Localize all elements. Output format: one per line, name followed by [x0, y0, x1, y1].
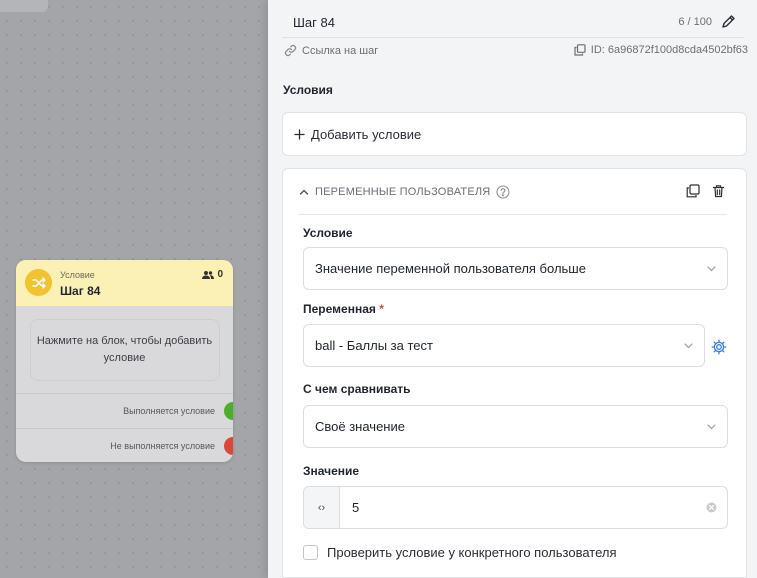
- specific-user-checkbox-label: Проверить условие у конкретного пользова…: [327, 545, 617, 560]
- step-name-row[interactable]: Шаг 84 6 / 100: [282, 8, 744, 38]
- output-true-label: Выполняется условие: [123, 406, 215, 416]
- chevron-down-icon: [707, 424, 716, 430]
- card-title: ПЕРЕМЕННЫЕ ПОЛЬЗОВАТЕЛЯ: [315, 186, 491, 198]
- users-icon: [202, 270, 215, 279]
- output-false-label: Не выполняется условие: [110, 441, 215, 451]
- compare-field-label: С чем сравнивать: [303, 382, 411, 396]
- help-icon[interactable]: [496, 185, 510, 199]
- output-true: Выполняется условие: [16, 393, 233, 428]
- variable-label-text: Переменная: [303, 302, 376, 316]
- condition-field-label: Условие: [303, 226, 353, 240]
- copy-icon: [574, 44, 586, 56]
- variable-select[interactable]: ball - Баллы за тест: [303, 324, 705, 367]
- node-title: Шаг 84: [60, 284, 101, 298]
- required-mark: *: [379, 302, 384, 316]
- condition-select[interactable]: Значение переменной пользователя больше: [303, 247, 728, 290]
- trash-icon[interactable]: [712, 184, 725, 198]
- chevron-down-icon: [684, 343, 693, 349]
- variable-select-value: ball - Баллы за тест: [315, 338, 433, 353]
- copy-icon[interactable]: [686, 184, 700, 198]
- gear-icon[interactable]: [711, 339, 727, 360]
- node-hint[interactable]: Нажмите на блок, чтобы добавить условие: [29, 318, 220, 381]
- clear-icon[interactable]: [706, 502, 717, 513]
- node-users-count: 0: [202, 269, 223, 280]
- output-false-port[interactable]: [224, 437, 233, 455]
- step-name[interactable]: Шаг 84: [293, 15, 335, 30]
- value-field-label: Значение: [303, 464, 360, 478]
- add-condition-label: Добавить условие: [311, 126, 422, 142]
- settings-panel: Шаг 84 6 / 100 Ссылка на шаг ID: 6a96872…: [268, 0, 757, 578]
- compare-select[interactable]: Своё значение: [303, 405, 728, 448]
- condition-select-value: Значение переменной пользователя больше: [315, 261, 586, 276]
- specific-user-checkbox-row[interactable]: Проверить условие у конкретного пользова…: [303, 545, 617, 560]
- char-counter: 6 / 100: [678, 16, 712, 28]
- step-link-label: Ссылка на шаг: [302, 44, 379, 57]
- condition-card-header: ПЕРЕМЕННЫЕ ПОЛЬЗОВАТЕЛЯ: [299, 183, 727, 215]
- chevron-up-icon: [299, 189, 309, 195]
- output-true-port[interactable]: [224, 402, 233, 420]
- chevron-down-icon: [707, 266, 716, 272]
- node-type-label: Условие: [60, 270, 95, 280]
- condition-card: ПЕРЕМЕННЫЕ ПОЛЬЗОВАТЕЛЯ Условие Значение…: [282, 168, 747, 578]
- step-id-text: ID: 6a96872f100d8cda4502bf63: [590, 44, 748, 56]
- canvas-corner-tab: [0, 0, 48, 12]
- shuffle-icon: [25, 269, 52, 296]
- value-input-text[interactable]: 5: [352, 500, 359, 515]
- meta-row: Ссылка на шаг ID: 6a96872f100d8cda4502bf…: [282, 42, 748, 62]
- specific-user-checkbox[interactable]: [303, 545, 318, 560]
- code-toggle-button[interactable]: ‹›: [304, 487, 340, 528]
- link-icon: [284, 44, 297, 57]
- node-body[interactable]: Нажмите на блок, чтобы добавить условие: [16, 306, 233, 393]
- pencil-icon[interactable]: [721, 14, 736, 34]
- conditions-title: Условия: [283, 83, 333, 97]
- flow-canvas[interactable]: Условие Шаг 84 0 Нажмите на блок, чтобы …: [0, 0, 268, 578]
- plus-icon: [294, 128, 305, 140]
- card-actions: [686, 184, 725, 198]
- value-input[interactable]: ‹› 5: [303, 486, 728, 529]
- add-condition-button[interactable]: Добавить условие: [282, 112, 747, 156]
- condition-node[interactable]: Условие Шаг 84 0 Нажмите на блок, чтобы …: [16, 260, 233, 462]
- compare-select-value: Своё значение: [315, 419, 405, 434]
- card-collapse-toggle[interactable]: ПЕРЕМЕННЫЕ ПОЛЬЗОВАТЕЛЯ: [299, 185, 510, 199]
- step-link[interactable]: Ссылка на шаг: [284, 44, 378, 57]
- output-false: Не выполняется условие: [16, 428, 233, 462]
- step-id[interactable]: ID: 6a96872f100d8cda4502bf63: [574, 44, 748, 56]
- variable-field-label: Переменная *: [303, 302, 384, 316]
- users-count: 0: [217, 269, 223, 280]
- node-header[interactable]: Условие Шаг 84 0: [16, 260, 233, 306]
